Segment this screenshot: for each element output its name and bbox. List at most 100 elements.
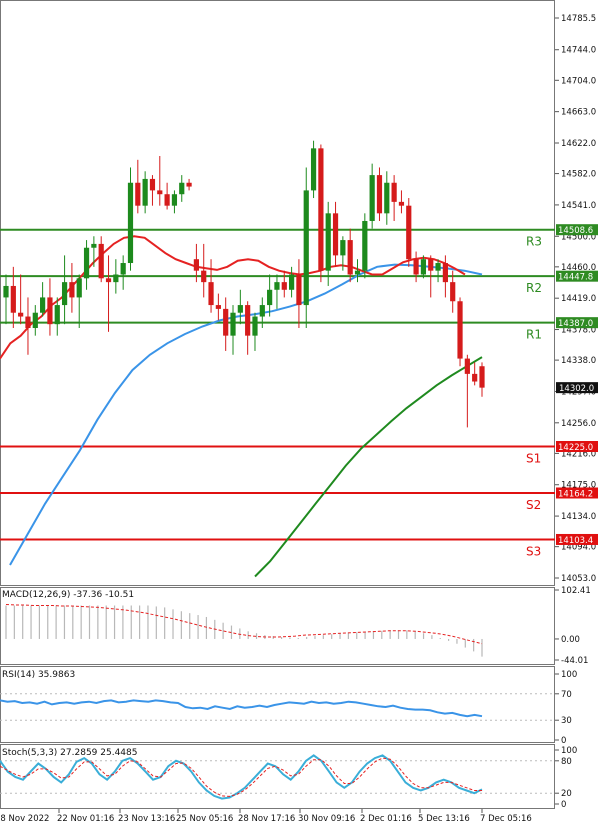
candle-body (259, 305, 265, 317)
x-tick-label: 23 Nov 13:16 (118, 814, 175, 824)
candle-body (296, 274, 302, 306)
candle-body (398, 201, 405, 206)
candle-body (230, 312, 236, 336)
x-tick-label: 5 Dec 13:16 (418, 814, 470, 824)
candle-body (457, 301, 463, 359)
price-tick-label: 14663.0 (561, 108, 596, 118)
rsi-line (0, 699, 483, 718)
candle-body (340, 240, 346, 256)
ma-red-line (0, 235, 466, 360)
candle-body (479, 366, 485, 388)
candle-body (215, 305, 221, 309)
candle-body (113, 274, 119, 283)
level-tag-label-s1: 14225.0 (558, 443, 593, 453)
candle-body (98, 243, 104, 279)
level-tag-label-s2: 14164.2 (558, 489, 593, 499)
ma-green-line (254, 356, 483, 578)
rsi-panel: 100 70 30 0 (0, 670, 577, 746)
candle-body (40, 297, 46, 313)
support-resistance-levels: R3 R2 R1 S1 S2 S3 (0, 228, 555, 558)
current-price-label: 14302.0 (559, 384, 594, 394)
rsi-tick-label: 100 (561, 670, 577, 680)
candle-body (237, 305, 243, 313)
candle-body (142, 178, 148, 206)
candle-body (406, 205, 412, 260)
price-tick-label: 14582.0 (561, 170, 596, 180)
candle-body (303, 190, 309, 306)
candle-body (435, 263, 441, 271)
candle-body (208, 282, 214, 306)
candle-body (428, 259, 434, 271)
candle-body (83, 247, 90, 279)
candle-body (157, 190, 163, 195)
stoch-tick-label: 80 (561, 757, 572, 767)
stoch-tick-label: 100 (561, 746, 577, 756)
candle-body (325, 213, 331, 271)
level-tag-label-r2: 14447.8 (558, 273, 593, 283)
level-name-r2: R2 (526, 281, 542, 295)
candle-body (69, 282, 75, 298)
candle-body (223, 308, 229, 336)
candle-body (450, 282, 456, 302)
candle-body (91, 243, 97, 248)
price-tick-label: 14785.5 (561, 14, 596, 24)
candle-body (186, 182, 192, 187)
candle-body (54, 305, 60, 325)
candle-body (362, 220, 368, 271)
candle-body (274, 282, 280, 290)
price-tick-label: 14338.0 (561, 356, 596, 366)
rsi-tick-label: 70 (561, 690, 572, 700)
candle-body (105, 278, 112, 283)
price-tick-label: 14256.0 (561, 419, 596, 429)
candle-body (252, 316, 258, 336)
stoch-tick-label: 0 (561, 800, 566, 810)
x-axis: 18 Nov 2022 22 Nov 01:16 23 Nov 13:16 25 No… (0, 809, 532, 824)
candle-body (310, 148, 317, 191)
candle-body (369, 175, 375, 221)
rsi-title: RSI(14) 35.9863 (2, 670, 75, 680)
level-tag-label-r1: 14387.0 (558, 319, 593, 329)
rsi-tick-label: 30 (561, 716, 572, 726)
candle-body (281, 282, 287, 290)
candle-body (442, 263, 448, 283)
candle-body (318, 148, 324, 271)
candle-body (420, 259, 427, 275)
x-tick-label: 2 Dec 01:16 (360, 814, 412, 824)
candle-body (18, 312, 24, 317)
macd-tick-label: -44.01 (561, 656, 588, 666)
chart-canvas: 14785.5 14744.0 14704.0 14663.0 14622.0 14582… (0, 0, 598, 824)
macd-title: MACD(12,26,9) -37.36 -10.51 (2, 590, 134, 600)
level-name-s3: S3 (526, 544, 541, 558)
candle-body (376, 175, 383, 214)
x-tick-label: 30 Nov 09:16 (298, 814, 355, 824)
level-tag-label-s3: 14103.4 (558, 536, 593, 546)
x-tick-label: 22 Nov 01:16 (57, 814, 114, 824)
candle-body (32, 312, 38, 329)
price-tick-label: 14419.0 (561, 294, 596, 304)
candle-body (149, 178, 156, 191)
candle-body (464, 358, 470, 374)
candle-body (267, 289, 273, 306)
candle-body (76, 278, 82, 298)
candle-body (10, 285, 16, 313)
price-tags: 14508.6 14447.8 14387.0 14225.0 14164.2 14103… (556, 224, 598, 546)
candle-body (61, 282, 68, 306)
candle-body (332, 213, 339, 256)
macd-tick-label: 0.00 (561, 635, 580, 645)
candle-body (120, 263, 126, 275)
candle-body (347, 240, 353, 275)
candle-body (391, 182, 397, 202)
stoch-title: Stoch(5,3,3) 27.2859 25.4485 (2, 748, 137, 758)
candle-body (47, 297, 53, 325)
price-tick-label: 14134.0 (561, 512, 596, 522)
candle-body (413, 259, 419, 275)
level-tag-label-r3: 14508.6 (558, 226, 593, 236)
price-tick-label: 14541.0 (561, 201, 596, 211)
candle-body (193, 259, 199, 271)
stoch-tick-label: 20 (561, 789, 572, 799)
level-name-r3: R3 (526, 235, 542, 249)
candle-body (245, 305, 251, 336)
level-name-s1: S1 (526, 452, 541, 466)
candle-body (179, 182, 185, 195)
candle-body (164, 194, 170, 206)
